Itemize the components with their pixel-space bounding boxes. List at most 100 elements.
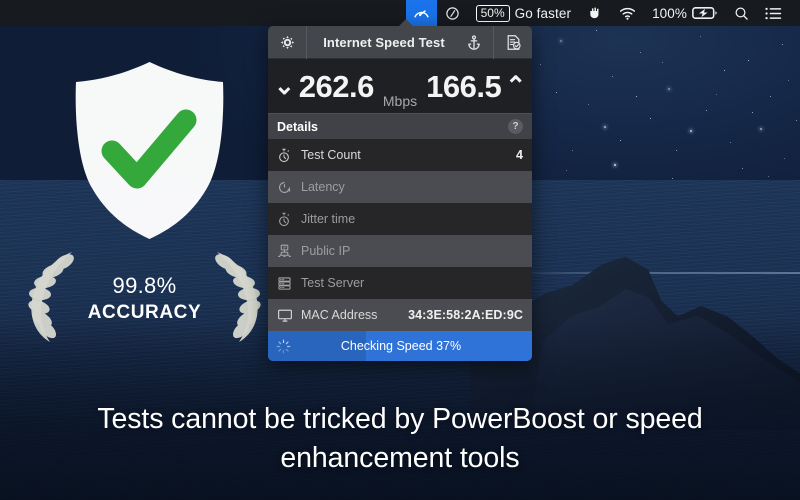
control-center-menu-icon[interactable] [757,0,790,26]
row-test-count[interactable]: Test Count 4 [268,139,532,171]
star [572,150,573,151]
row-label: Jitter time [301,212,356,226]
popover-title: Internet Speed Test [323,34,445,50]
star [620,140,621,141]
star [742,168,743,169]
download-speed-value: 262.6 [298,68,375,104]
double-chevron-down-icon: ⌄ [273,71,295,100]
link-menu-icon[interactable] [437,0,468,26]
popover-arrow [398,19,414,27]
star [760,128,762,130]
speedometer-icon [413,9,429,17]
row-public-ip[interactable]: IP Public IP [268,235,532,267]
ip-network-icon: IP [277,244,299,259]
promo-caption: Tests cannot be tricked by PowerBoost or… [97,403,703,474]
laurel-wreath-icon-left [22,248,80,349]
row-test-server[interactable]: Test Server [268,267,532,299]
row-value: 34:3E:58:2A:ED:9C [408,308,523,322]
star [782,44,783,45]
star [796,120,797,121]
battery-menu-item[interactable]: 100% [644,0,726,26]
row-label: Test Server [301,276,365,290]
go-faster-item[interactable]: 50% Go faster [468,0,579,26]
row-value: 4 [515,148,523,162]
row-mac-address[interactable]: MAC Address 34:3E:58:2A:ED:9C [268,299,532,331]
star [556,92,557,93]
star [640,52,641,53]
row-label: Public IP [301,244,351,258]
star [784,158,785,159]
accuracy-percent: 99.8% [112,273,177,298]
star [540,64,541,65]
row-label: MAC Address [301,308,378,322]
help-icon[interactable]: ? [508,119,523,134]
star [588,104,589,105]
double-chevron-up-icon: ⌃ [505,71,527,100]
upload-speed-value: 166.5 [426,68,502,104]
search-icon [735,6,748,20]
gear-icon [280,35,294,49]
star [614,164,616,166]
hand-menu-icon[interactable] [579,0,611,26]
accuracy-badge: 99.8% ACCURACY [22,248,267,349]
details-header: Details ? [268,113,532,139]
report-button[interactable] [494,26,532,59]
battery-percent-label: 100% [652,5,687,21]
wifi-menu-icon[interactable] [611,0,644,26]
accuracy-text: 99.8% ACCURACY [84,273,206,324]
star [748,60,749,61]
star [788,80,789,81]
settings-button[interactable] [268,26,306,59]
server-icon [277,276,299,291]
star [612,76,613,77]
popover-header: Internet Speed Test [268,26,532,59]
horizon-line [500,272,800,274]
speedtest-popover: Internet Speed Test ⌄ 262.6 Mbps 166.5 ⌃… [268,26,532,361]
latency-icon [277,180,299,195]
star [716,94,717,95]
star [566,170,567,171]
star [690,130,692,132]
list-icon [765,7,782,19]
star [636,96,637,97]
star [596,30,597,31]
details-header-label: Details [277,119,318,134]
row-jitter-time[interactable]: Jitter time [268,203,532,235]
star [672,178,673,179]
anchor-button[interactable] [455,26,493,59]
go-faster-percent-badge: 50% [475,4,510,22]
star [560,40,562,42]
monitor-icon [277,308,299,323]
wifi-icon [620,7,636,20]
stopwatch-icon [277,212,299,227]
row-latency[interactable]: Latency [268,171,532,203]
star [604,126,606,128]
anchor-icon [468,34,480,50]
speed-unit-label: Mbps [382,93,418,109]
shield-check-icon [62,58,237,243]
spotlight-menu-icon[interactable] [726,0,757,26]
battery-charging-icon [692,7,717,19]
stopwatch-icon [277,148,299,163]
speed-readout: ⌄ 262.6 Mbps 166.5 ⌃ [268,59,532,113]
star [676,150,677,151]
star [724,70,725,71]
document-check-icon [507,34,521,50]
row-label: Test Count [301,148,361,162]
laurel-wreath-icon-right [209,248,267,349]
star [730,142,731,143]
link-icon [445,6,459,20]
row-label: Latency [301,180,345,194]
go-faster-label: Go faster [514,5,572,21]
star [650,118,651,119]
star [770,96,771,97]
star [706,110,707,111]
progress-bar: Checking Speed 37% [268,331,532,361]
hand-icon [590,7,599,19]
spinner-icon [268,339,298,354]
svg-text:IP: IP [283,245,287,249]
star [668,88,670,90]
progress-label: Checking Speed 37% [340,339,462,353]
star [700,36,701,37]
accuracy-label: ACCURACY [87,302,202,323]
